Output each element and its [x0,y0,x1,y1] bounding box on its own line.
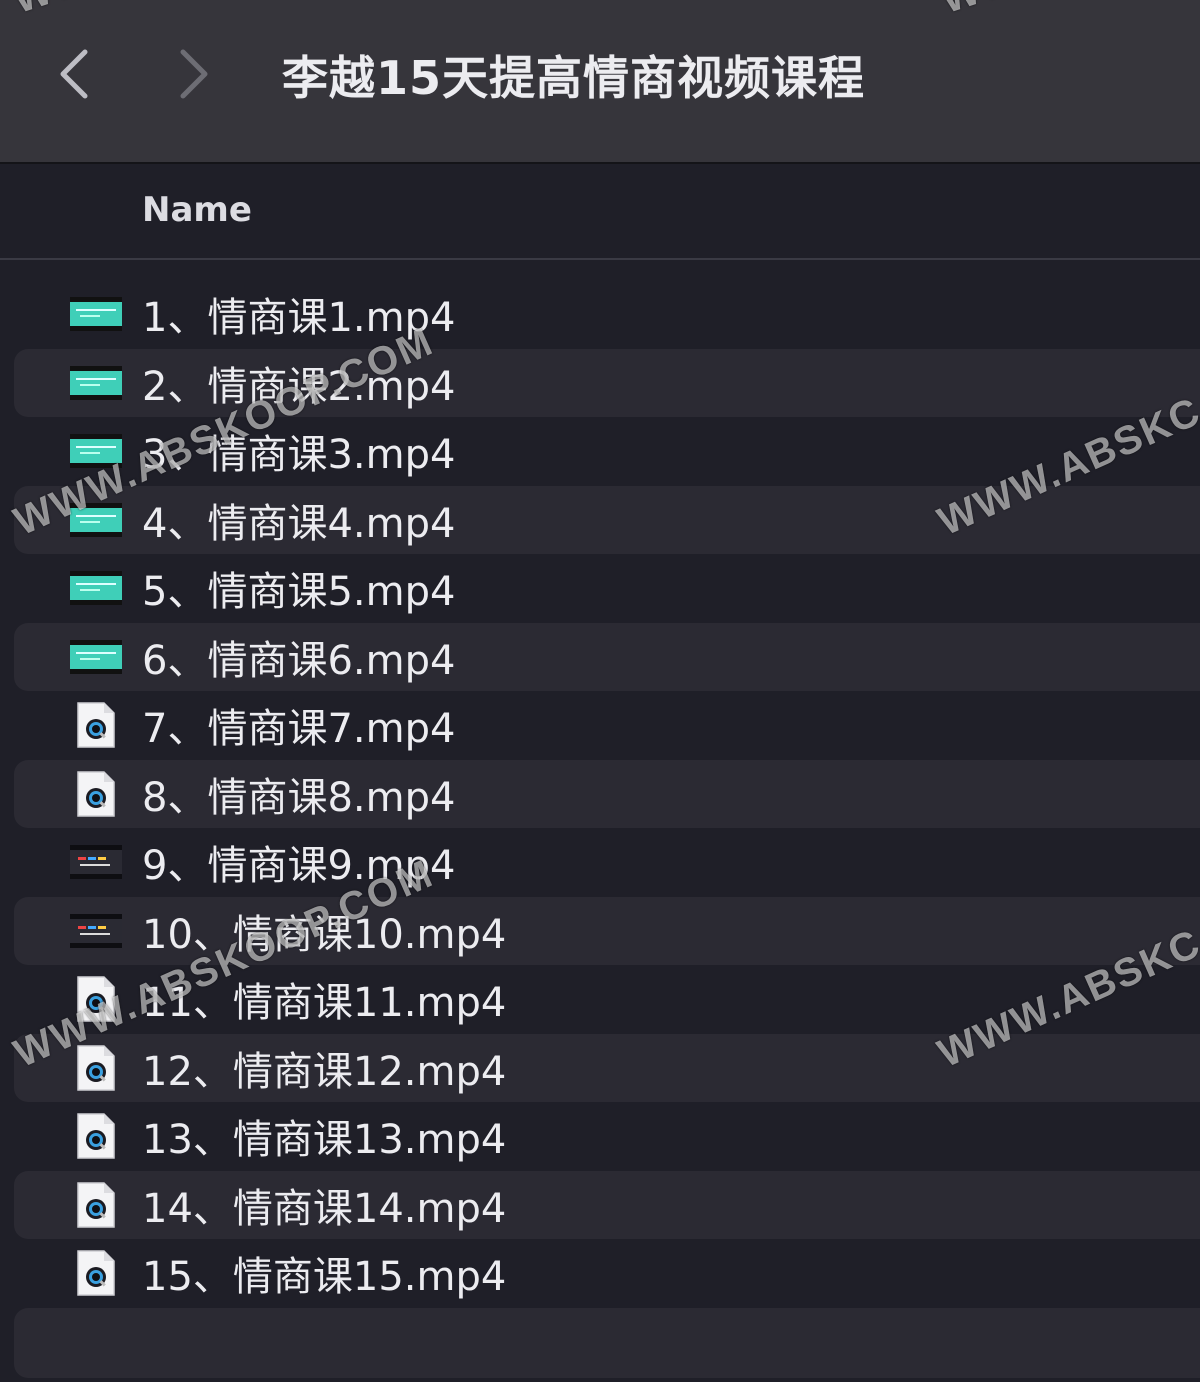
quicktime-document-icon [77,1113,115,1159]
file-row[interactable]: 1、情商课1.mp4 [14,280,1200,349]
file-row[interactable]: 11、情商课11.mp4 [14,965,1200,1034]
file-name: 9、情商课9.mp4 [142,843,456,890]
file-icon [70,1113,122,1159]
file-row[interactable]: 8、情商课8.mp4 [14,759,1200,828]
file-name: 12、情商课12.mp4 [142,1048,507,1095]
video-thumbnail-teal-icon [70,365,122,400]
file-name: 11、情商课11.mp4 [142,980,507,1027]
file-row[interactable]: 10、情商课10.mp4 [14,896,1200,965]
file-name: 6、情商课6.mp4 [142,637,456,684]
video-thumbnail-teal-icon [70,639,122,674]
video-thumbnail-teal-icon [70,434,122,469]
file-icon [70,429,122,473]
file-row[interactable]: 6、情商课6.mp4 [14,622,1200,691]
file-icon [70,1250,122,1296]
file-icon [70,498,122,542]
file-row[interactable]: 9、情商课9.mp4 [14,828,1200,897]
file-row[interactable]: 3、情商课3.mp4 [14,417,1200,486]
quicktime-document-icon [77,1182,115,1228]
file-icon [70,292,122,336]
chevron-left-icon [60,49,88,99]
file-name: 15、情商课15.mp4 [142,1254,507,1301]
video-thumbnail-teal-icon [70,502,122,537]
file-name: 8、情商课8.mp4 [142,774,456,821]
file-name: 1、情商课1.mp4 [142,295,456,342]
video-thumbnail-teal-icon [70,297,122,332]
file-row[interactable]: 15、情商课15.mp4 [14,1239,1200,1308]
forward-button[interactable] [164,44,224,104]
file-name: 10、情商课10.mp4 [142,911,507,958]
file-name: 5、情商课5.mp4 [142,569,456,616]
quicktime-document-icon [77,771,115,817]
file-icon [70,976,122,1022]
file-row[interactable]: 7、情商课7.mp4 [14,691,1200,760]
file-name: 2、情商课2.mp4 [142,363,456,410]
file-icon [70,909,122,953]
window-title: 李越15天提高情商视频课程 [282,51,866,105]
file-row[interactable]: 5、情商课5.mp4 [14,554,1200,623]
file-name: 14、情商课14.mp4 [142,1185,507,1232]
file-row[interactable]: 13、情商课13.mp4 [14,1102,1200,1171]
name-column-header[interactable]: Name [142,190,252,230]
file-icon [70,1182,122,1228]
file-icon [70,702,122,748]
back-button[interactable] [44,44,104,104]
video-thumbnail-dark-icon [70,913,122,948]
file-icon [70,635,122,679]
file-name: 4、情商课4.mp4 [142,500,456,547]
file-icon [70,771,122,817]
quicktime-document-icon [77,702,115,748]
file-icon [70,1045,122,1091]
file-row[interactable]: 2、情商课2.mp4 [14,348,1200,417]
quicktime-document-icon [77,976,115,1022]
quicktime-document-icon [77,1045,115,1091]
file-row[interactable]: 4、情商课4.mp4 [14,485,1200,554]
file-row[interactable]: 14、情商课14.mp4 [14,1170,1200,1239]
file-row[interactable]: 12、情商课12.mp4 [14,1033,1200,1102]
file-icon [70,566,122,610]
file-name: 7、情商课7.mp4 [142,706,456,753]
file-icon [70,840,122,884]
list-header: Name [0,164,1200,260]
file-icon [70,361,122,405]
file-name: 13、情商课13.mp4 [142,1117,507,1164]
chevron-right-icon [180,49,208,99]
video-thumbnail-teal-icon [70,571,122,606]
window-titlebar: 李越15天提高情商视频课程 [0,0,1200,164]
empty-row [14,1307,1200,1378]
quicktime-document-icon [77,1250,115,1296]
file-list: 1、情商课1.mp4 2、情商课2.mp4 3、情商课3.mp4 4、情商课4.… [0,280,1200,1378]
video-thumbnail-dark-icon [70,845,122,880]
file-name: 3、情商课3.mp4 [142,432,456,479]
